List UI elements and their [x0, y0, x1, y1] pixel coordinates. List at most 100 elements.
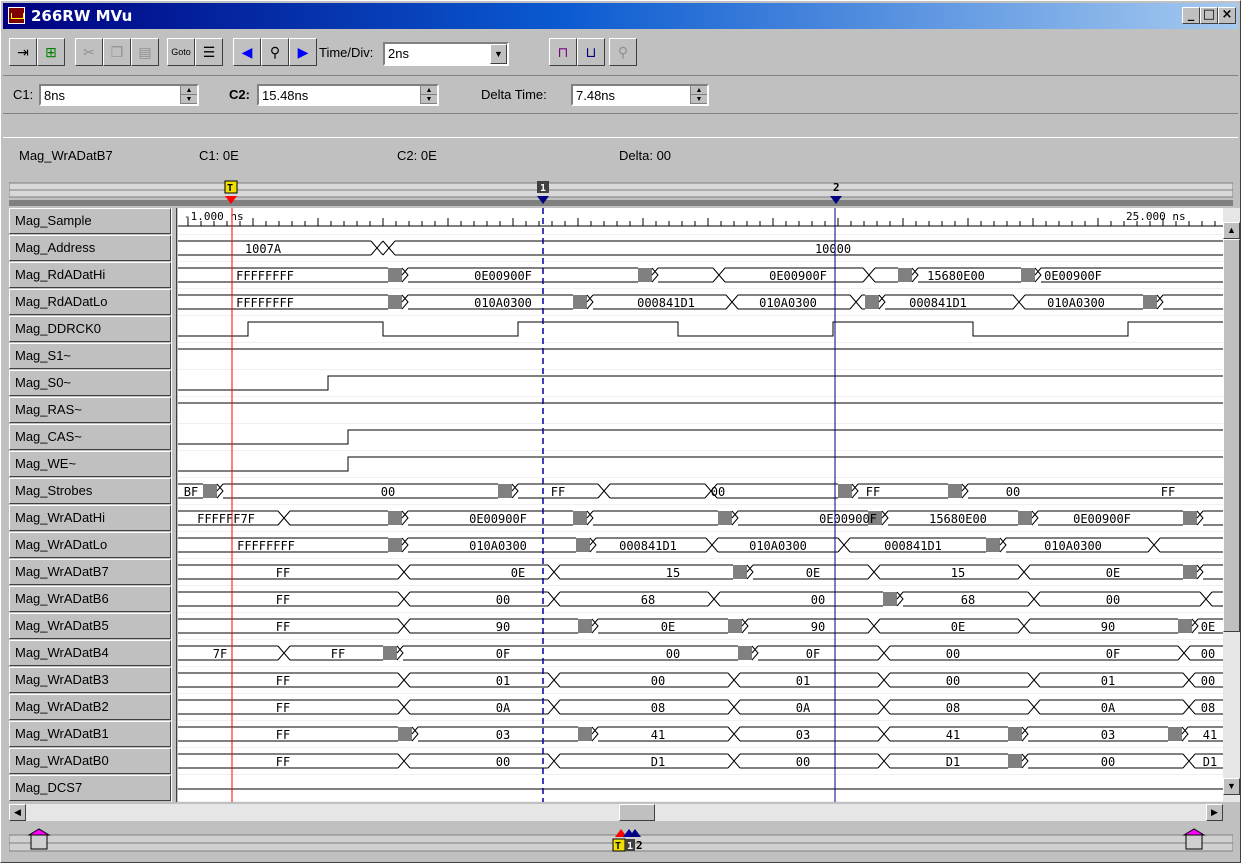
paste-button[interactable]: ▤ — [131, 38, 159, 66]
delta-spinner[interactable]: ▲ ▼ — [690, 86, 707, 104]
bus-value: 010A0300 — [474, 296, 532, 310]
chevron-down-icon[interactable]: ▼ — [490, 44, 507, 64]
vertical-scroll-thumb[interactable] — [1223, 239, 1240, 632]
scroll-down-button[interactable]: ▼ — [1223, 778, 1240, 795]
signal-name-mag-s0[interactable]: Mag_S0~ — [9, 370, 171, 396]
vertical-scrollbar[interactable]: ▲ ▼ — [1223, 208, 1240, 802]
app-icon — [8, 7, 25, 24]
signal-name-mag-wradathi[interactable]: Mag_WrADatHi — [9, 505, 171, 531]
waveform-display: -1.000 ns 25.000 ns1007A 10000FFFFFFFF 0E00… — [178, 208, 1223, 802]
bus-value: 00 — [651, 674, 665, 688]
bus-value: 00 — [666, 647, 680, 661]
signal-name-mag-address[interactable]: Mag_Address — [9, 235, 171, 261]
minimize-button[interactable]: _ — [1182, 7, 1200, 24]
c1-spinner[interactable]: ▲ ▼ — [180, 86, 197, 104]
bus-value: 00 — [811, 593, 825, 607]
copy-icon: ❐ — [110, 43, 124, 60]
search-right-button[interactable]: ▶ — [289, 38, 317, 66]
zoom-full-button[interactable]: ⊓ — [549, 38, 577, 66]
overview-markers[interactable]: T 1 2 — [612, 829, 643, 852]
c2-spinner[interactable]: ▲ ▼ — [420, 86, 437, 104]
overview-end-handle[interactable] — [1182, 828, 1206, 850]
bus-value: 00 — [1101, 755, 1115, 769]
cursor-ruler[interactable]: T 1 2 — [8, 178, 1234, 208]
add-bus-button[interactable]: ⊞ — [37, 38, 65, 66]
add-signal-button[interactable]: ⇥ — [9, 38, 37, 66]
window-title: 266RW MVu — [31, 7, 133, 25]
signal-name-mag-wradatb2[interactable]: Mag_WrADatB2 — [9, 694, 171, 720]
bus-value: 0E — [511, 566, 525, 580]
bus-value: 00 — [1106, 593, 1120, 607]
bus-value: 0E — [951, 620, 965, 634]
time-div-label: Time/Div: — [319, 45, 374, 60]
bus-value: 1007A — [245, 242, 282, 256]
signal-name-mag-rdadatlo[interactable]: Mag_RdADatLo — [9, 289, 171, 315]
signal-name-mag-strobes[interactable]: Mag_Strobes — [9, 478, 171, 504]
close-button[interactable]: × — [1218, 7, 1236, 24]
horizontal-scroll-thumb[interactable] — [619, 804, 655, 821]
properties-button[interactable]: ☰ — [195, 38, 223, 66]
signal-name-mag-s1[interactable]: Mag_S1~ — [9, 343, 171, 369]
bus-value: FFFFFFFF — [236, 269, 294, 283]
bus-value: FFFFFFFF — [237, 539, 295, 553]
glitch-region — [398, 727, 412, 741]
glitch-region — [1143, 295, 1157, 309]
bus-value: 90 — [496, 620, 510, 634]
signal-name-mag-wradatb1[interactable]: Mag_WrADatB1 — [9, 721, 171, 747]
bus-value: 03 — [796, 728, 810, 742]
signal-name-mag-wradatb3[interactable]: Mag_WrADatB3 — [9, 667, 171, 693]
glitch-region — [1008, 727, 1022, 741]
signal-name-mag-wradatb4[interactable]: Mag_WrADatB4 — [9, 640, 171, 666]
c2-input[interactable]: 15.48ns ▲ ▼ — [257, 84, 439, 106]
waveform-mag-rdadatlo: FFFFFFFF 010A0300 000841D1 010A0300 000841D1… — [178, 294, 1223, 310]
bus-value: D1 — [1203, 755, 1217, 769]
bus-value: 0F — [496, 647, 510, 661]
waveform-pane[interactable]: -1.000 ns 25.000 ns 1007A 10000 FFFFFFFF 0E00… — [178, 208, 1223, 802]
bus-value: 0E00900F — [469, 512, 527, 526]
bus-value: 00 — [1006, 485, 1020, 499]
overview-bar[interactable]: T 1 2 — [8, 827, 1234, 857]
bus-value: 0E00900F — [1073, 512, 1131, 526]
search-left-button[interactable]: ◀ — [233, 38, 261, 66]
waveform-mag-rdadathi: FFFFFFFF 0E00900F 0E00900F 15680E00 0E00900F — [178, 267, 1223, 283]
delta-time-input[interactable]: 7.48ns ▲ ▼ — [571, 84, 709, 106]
glitch-region — [388, 511, 402, 525]
scroll-right-button[interactable]: ▶ — [1206, 804, 1223, 821]
signal-name-mag-wradatlo[interactable]: Mag_WrADatLo — [9, 532, 171, 558]
c1-input[interactable]: 8ns ▲ ▼ — [39, 84, 199, 106]
cut-button[interactable]: ✂ — [75, 38, 103, 66]
signal-name-mag-wradatb5[interactable]: Mag_WrADatB5 — [9, 613, 171, 639]
signal-name-mag-ras[interactable]: Mag_RAS~ — [9, 397, 171, 423]
waveform-mag-s0 — [178, 375, 1223, 391]
maximize-button[interactable]: □ — [1200, 7, 1218, 24]
bus-value: 000841D1 — [619, 539, 677, 553]
signal-name-mag-cas[interactable]: Mag_CAS~ — [9, 424, 171, 450]
signal-name-mag-wradatb7[interactable]: Mag_WrADatB7 — [9, 559, 171, 585]
signal-name-mag-sample[interactable]: Mag_Sample — [9, 208, 171, 234]
scroll-up-button[interactable]: ▲ — [1223, 222, 1240, 239]
signal-name-mag-we[interactable]: Mag_WE~ — [9, 451, 171, 477]
time-div-select[interactable]: 2ns ▼ — [383, 42, 509, 66]
copy-button[interactable]: ❐ — [103, 38, 131, 66]
delta-time-value: 7.48ns — [576, 88, 616, 103]
magnifier-icon: ⚲ — [617, 43, 629, 60]
zoom-fit-button[interactable]: ⊔ — [577, 38, 605, 66]
goto-button[interactable]: Goto — [167, 38, 195, 66]
glitch-region — [578, 619, 592, 633]
signal-name-mag-dcs7[interactable]: Mag_DCS7 — [9, 775, 171, 801]
scroll-left-button[interactable]: ◀ — [9, 804, 26, 821]
signal-name-mag-ddrck0[interactable]: Mag_DDRCK0 — [9, 316, 171, 342]
glitch-region — [498, 484, 512, 498]
bus-value: FFFFFF7F — [197, 512, 255, 526]
zoom-lens-button[interactable]: ⚲ — [609, 38, 637, 66]
horizontal-scrollbar[interactable]: ◀ ▶ — [9, 804, 1223, 821]
signal-name-mag-wradatb6[interactable]: Mag_WrADatB6 — [9, 586, 171, 612]
signal-name-list: Mag_Sample Mag_Address Mag_RdADatHi Mag_RdA… — [9, 208, 175, 802]
bus-value: 0E — [1201, 620, 1215, 634]
glitch-region — [576, 538, 590, 552]
signal-name-mag-wradatb0[interactable]: Mag_WrADatB0 — [9, 748, 171, 774]
find-button[interactable]: ⚲ — [261, 38, 289, 66]
overview-start-handle[interactable] — [27, 828, 51, 850]
pane-splitter[interactable] — [171, 208, 177, 802]
signal-name-mag-rdadathi[interactable]: Mag_RdADatHi — [9, 262, 171, 288]
